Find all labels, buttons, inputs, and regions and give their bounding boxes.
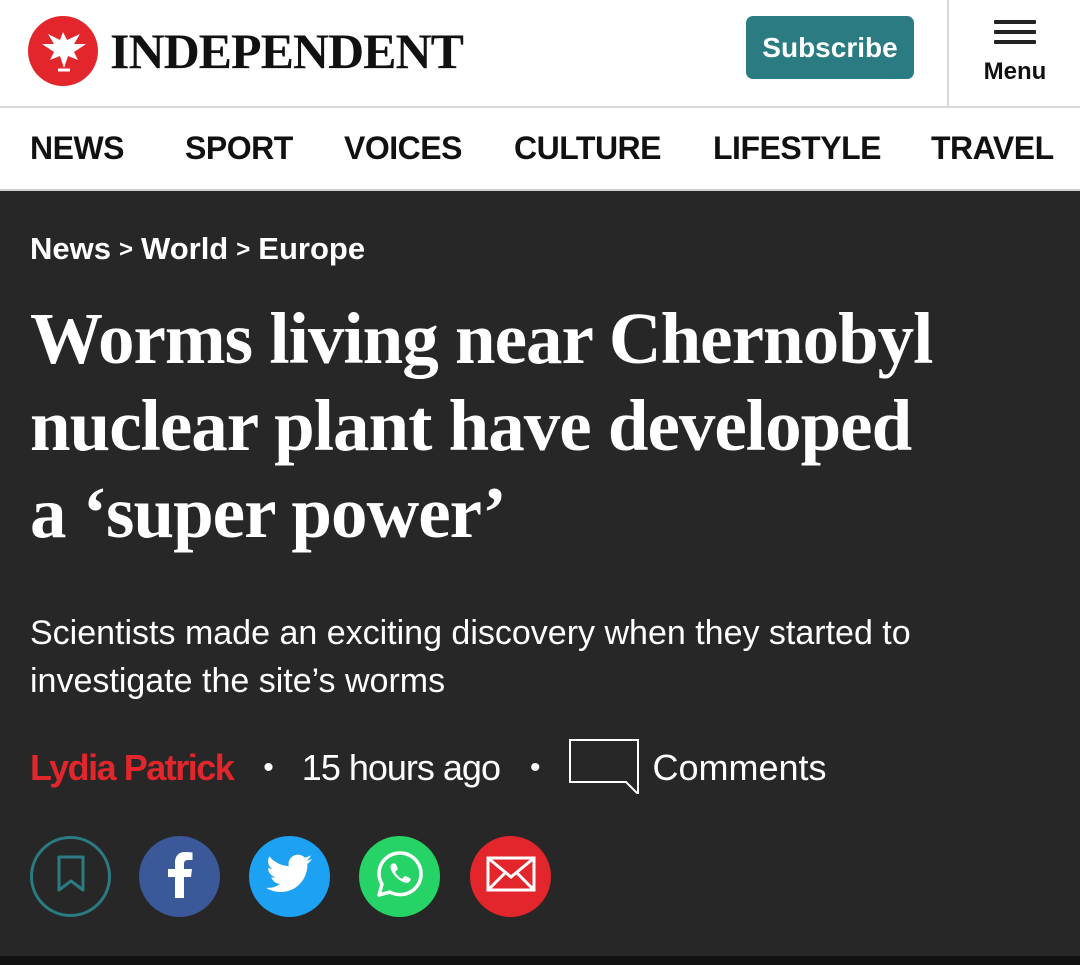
whatsapp-share-button[interactable] [359,836,440,917]
article-header: News > World > Europe Worms living near Cher… [0,191,1080,965]
facebook-icon [165,850,195,903]
author-link[interactable]: Lydia Patrick [30,747,235,789]
twitter-share-button[interactable] [249,836,330,917]
publish-time: 15 hours ago [301,747,501,788]
breadcrumb-europe[interactable]: Europe [258,231,365,266]
byline-bullet: • [263,751,274,784]
primary-nav: NEWS SPORT VOICES CULTURE LIFESTYLE TRAV… [0,108,1080,191]
eagle-logo-icon [28,16,98,86]
breadcrumb-world[interactable]: World [141,231,228,266]
twitter-icon [265,854,314,899]
nav-item-culture[interactable]: CULTURE [514,130,662,167]
email-icon [486,856,536,897]
hamburger-icon [994,20,1036,50]
email-share-button[interactable] [470,836,551,917]
site-header: INDEPENDENT Subscribe Menu [0,0,1080,108]
breadcrumb-separator: > [118,236,133,263]
hero-image-top-edge [0,956,1080,965]
headline-line: Worms living near Chernobyl [30,298,933,379]
menu-label: Menu [983,58,1047,85]
article-headline: Worms living near Chernobyl nuclear plan… [30,295,1060,556]
headline-line: a ‘super power’ [30,472,507,553]
logo-wordmark: INDEPENDENT [110,23,464,79]
nav-item-travel[interactable]: TRAVEL [931,130,1054,167]
comments-link[interactable]: Comments [652,747,826,789]
subscribe-button[interactable]: Subscribe [746,16,914,79]
bookmark-icon [56,855,86,898]
breadcrumb: News > World > Europe [30,231,365,267]
nav-item-lifestyle[interactable]: LIFESTYLE [713,130,881,167]
breadcrumb-news[interactable]: News [30,231,111,266]
byline-bullet: • [529,751,541,784]
comment-icon[interactable] [568,738,640,799]
menu-button[interactable]: Menu [950,0,1080,106]
facebook-share-button[interactable] [139,836,220,917]
breadcrumb-separator: > [236,236,251,263]
bookmark-button[interactable] [30,836,111,917]
article-byline: Lydia Patrick • 15 hours ago • Comments [30,738,827,796]
nav-item-news[interactable]: NEWS [30,130,125,167]
site-logo[interactable]: INDEPENDENT [28,16,464,86]
nav-item-sport[interactable]: SPORT [185,130,293,167]
header-divider [947,0,949,108]
headline-line: nuclear plant have developed [30,385,912,466]
nav-item-voices[interactable]: VOICES [344,130,462,167]
whatsapp-icon [375,849,425,904]
article-standfirst: Scientists made an exciting discovery wh… [30,614,911,700]
